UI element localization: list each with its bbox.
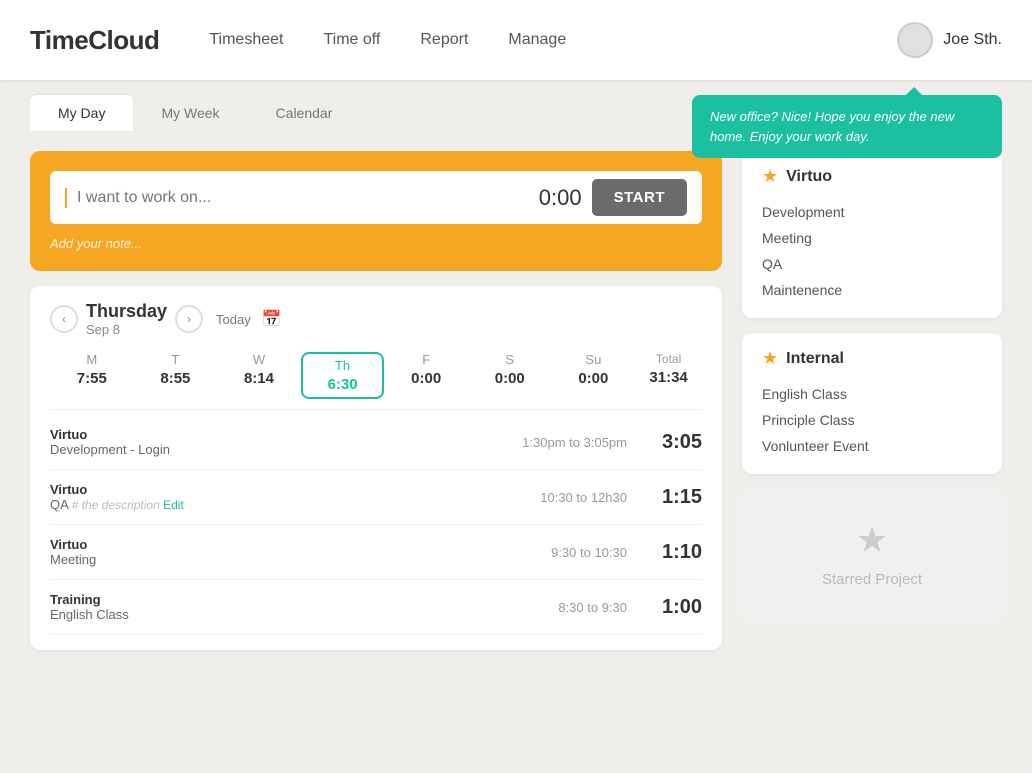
tab-calendar[interactable]: Calendar <box>248 95 361 131</box>
right-column: ★ Virtuo Development Meeting QA Maintene… <box>742 151 1002 650</box>
edit-link[interactable]: Edit <box>163 498 184 512</box>
header: TimeCloud Timesheet Time off Report Mana… <box>0 0 1032 80</box>
timer-display: 0:00 <box>522 185 582 211</box>
list-item[interactable]: Development <box>762 199 982 225</box>
day-mon[interactable]: M 7:55 <box>50 352 134 399</box>
list-item[interactable]: English Class <box>762 381 982 407</box>
star-icon: ★ <box>762 166 778 187</box>
today-button[interactable]: Today <box>216 312 251 327</box>
day-tue[interactable]: T 8:55 <box>134 352 218 399</box>
starred-label: Starred Project <box>822 571 922 588</box>
tab-my-week[interactable]: My Week <box>133 95 247 131</box>
cursor <box>65 188 67 208</box>
prev-day-button[interactable]: ‹ <box>50 305 78 333</box>
week-days: M 7:55 T 8:55 W 8:14 Th 6:30 <box>50 352 702 410</box>
internal-card: ★ Internal English Class Principle Class… <box>742 333 1002 474</box>
calendar-icon[interactable]: 📅 <box>262 309 282 329</box>
main-nav: Timesheet Time off Report Manage <box>209 31 897 49</box>
timer-note[interactable]: Add your note... <box>50 236 702 251</box>
list-item[interactable]: Vonlunteer Event <box>762 433 982 459</box>
list-item[interactable]: QA <box>762 251 982 277</box>
username: Joe Sth. <box>943 31 1002 49</box>
nav-timeoff[interactable]: Time off <box>323 31 380 49</box>
table-row: Virtuo Development - Login 1:30pm to 3:0… <box>50 415 702 470</box>
header-right: Joe Sth. <box>897 22 1002 58</box>
table-row: Virtuo QA # the description Edit 10:30 t… <box>50 470 702 525</box>
day-thu[interactable]: Th 6:30 <box>301 352 385 399</box>
list-item[interactable]: Maintenence <box>762 277 982 303</box>
day-sun[interactable]: Su 0:00 <box>552 352 636 399</box>
timer-input-row: 0:00 START <box>50 171 702 224</box>
day-fri[interactable]: F 0:00 <box>384 352 468 399</box>
current-day: Thursday Sep 8 <box>86 301 167 337</box>
nav-manage[interactable]: Manage <box>508 31 566 49</box>
virtuo-card: ★ Virtuo Development Meeting QA Maintene… <box>742 151 1002 318</box>
notification-bubble: New office? Nice! Hope you enjoy the new… <box>692 95 1002 158</box>
next-day-button[interactable]: › <box>175 305 203 333</box>
main-content: 0:00 START Add your note... ‹ Thursday S… <box>0 131 1032 670</box>
avatar <box>897 22 933 58</box>
list-item[interactable]: Meeting <box>762 225 982 251</box>
table-row: Training English Class 8:30 to 9:30 1:00 <box>50 580 702 635</box>
day-sat[interactable]: S 0:00 <box>468 352 552 399</box>
day-total: Total 31:34 <box>635 352 702 399</box>
nav-timesheet[interactable]: Timesheet <box>209 31 283 49</box>
nav-report[interactable]: Report <box>420 31 468 49</box>
star-icon: ★ <box>762 348 778 369</box>
list-item[interactable]: Principle Class <box>762 407 982 433</box>
tab-my-day[interactable]: My Day <box>30 95 133 131</box>
logo: TimeCloud <box>30 25 159 56</box>
timer-widget: 0:00 START Add your note... <box>30 151 722 271</box>
timesheet-card: ‹ Thursday Sep 8 › Today 📅 M 7:55 T 8:55 <box>30 286 722 650</box>
day-nav: ‹ Thursday Sep 8 › Today 📅 <box>50 301 702 337</box>
start-button[interactable]: START <box>592 179 687 216</box>
table-row: Virtuo Meeting 9:30 to 10:30 1:10 <box>50 525 702 580</box>
task-input[interactable] <box>77 189 512 207</box>
day-wed[interactable]: W 8:14 <box>217 352 301 399</box>
starred-placeholder: ★ Starred Project <box>742 489 1002 618</box>
time-entries: Virtuo Development - Login 1:30pm to 3:0… <box>50 415 702 635</box>
placeholder-star-icon: ★ <box>856 519 888 561</box>
left-column: 0:00 START Add your note... ‹ Thursday S… <box>30 151 722 650</box>
